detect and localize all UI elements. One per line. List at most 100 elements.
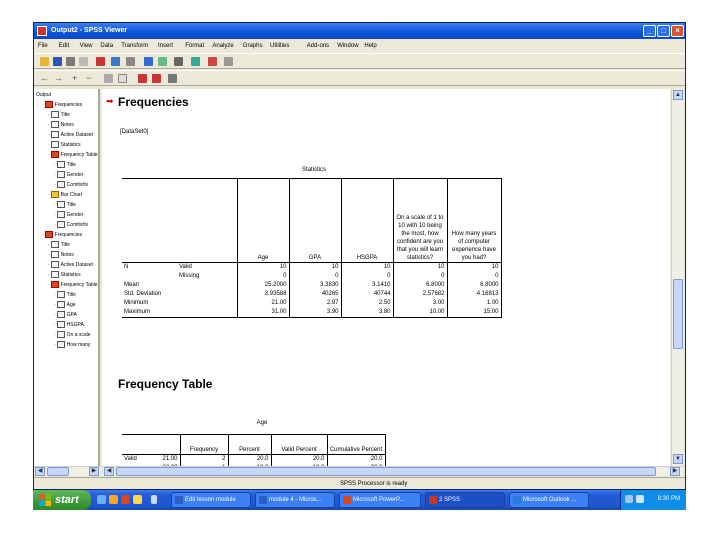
page-icon [56,201,65,209]
promote-icon[interactable]: ← [40,74,49,83]
taskbar-button[interactable]: Microsoft Outlook ... [509,492,589,508]
maximize-button[interactable]: □ [657,25,670,37]
outline-item[interactable]: - Frequency Table [48,280,98,290]
outline-item-label: Title [60,112,70,118]
volume-icon[interactable] [636,495,644,503]
recall-dialog-icon[interactable] [111,57,120,66]
scroll-down-icon[interactable]: ▼ [673,454,683,464]
expand-icon[interactable]: + [72,74,77,83]
age-frequency-table[interactable]: Frequency Percent Valid Percent Cumulative … [122,434,386,466]
export-icon[interactable] [96,57,105,66]
show-icon[interactable] [104,74,113,83]
outline-item[interactable]: - Active Dataset [48,130,93,140]
menu-window[interactable]: Window [337,43,358,49]
minimize-button[interactable]: _ [643,25,656,37]
outline-item[interactable]: - Title [54,200,76,210]
outline-scroll-right-icon[interactable]: ▶ [89,467,99,476]
outline-item[interactable]: - Title [48,110,70,120]
goto-case-icon[interactable] [158,57,167,66]
open-icon[interactable] [40,57,49,66]
outline-item[interactable]: - Comfortlv [54,180,88,190]
outline-item[interactable]: - GPA [54,310,77,320]
outline-item[interactable]: - Frequencies [42,100,82,110]
outline-item[interactable]: - Title [54,160,76,170]
outline-item[interactable]: - HSGPA [54,320,84,330]
outline-item[interactable]: - Title [54,290,76,300]
outline-item[interactable]: - Gender [54,170,83,180]
page-icon [50,271,59,279]
outline-item[interactable]: - Title [48,240,70,250]
show-desktop-icon[interactable] [97,495,106,504]
outline-item[interactable]: - Statistics [48,270,81,280]
taskbar-button[interactable]: Microsoft PowerP... [339,492,421,508]
outline-scroll-left-icon[interactable]: ◀ [35,467,45,476]
start-button[interactable]: start [33,490,91,510]
more-quicklaunch-icon[interactable] [151,495,157,504]
output-horizontal-scrollbar[interactable]: ◀ ▶ [103,466,683,476]
taskbar-button[interactable]: Edit lesson module [171,492,251,508]
output-scroll-thumb[interactable] [116,467,656,476]
page-icon [56,311,65,319]
menu-utilities[interactable]: Utilities [270,43,289,49]
outline-item[interactable]: - Frequency Table [48,150,98,160]
taskbar-button[interactable]: module 4 - Micros... [255,492,335,508]
outline-item[interactable]: - How many [54,340,90,350]
menu-transform[interactable]: Transform [121,43,148,49]
menu-file[interactable]: File [38,43,48,49]
print-preview-icon[interactable] [79,57,88,66]
menu-add-ons[interactable]: Add-ons [307,43,329,49]
statistics-table[interactable]: Age GPA HSGPA On a scale of 1 to 10 with 10… [122,178,502,318]
menu-edit[interactable]: Edit [59,43,69,49]
outline-horizontal-scrollbar[interactable]: ◀ ▶ [34,466,101,476]
network-icon[interactable] [625,495,633,503]
collapse-icon[interactable]: − [86,74,91,83]
demote-icon[interactable]: → [54,74,63,83]
undo-icon[interactable] [126,57,135,66]
menu-help[interactable]: Help [364,43,376,49]
outline-scroll-thumb[interactable] [47,467,69,476]
close-button[interactable]: × [671,25,684,37]
outline-item[interactable]: - Notes [48,120,74,130]
vertical-scroll-thumb[interactable] [673,279,683,349]
quicklaunch-icon[interactable] [133,495,142,504]
print-icon[interactable] [66,57,75,66]
insert-text-file-icon[interactable] [168,74,177,83]
output-scroll-left-icon[interactable]: ◀ [104,467,114,476]
variables-icon[interactable] [174,57,183,66]
save-icon[interactable] [53,57,62,66]
outline-item[interactable]: - Bar Chart [48,190,82,200]
menu-format[interactable]: Format [185,43,204,49]
insert-title-icon[interactable] [138,74,147,83]
menu-graphs[interactable]: Graphs [243,43,263,49]
taskbar-button[interactable]: 2 SPSS [425,492,505,508]
menu-analyze[interactable]: Analyze [212,43,233,49]
outline-item[interactable]: - Frequencies [42,230,82,240]
taskbar-button-label: 2 SPSS [439,497,461,503]
output-vertical-scrollbar[interactable]: ▲ ▼ [671,89,683,466]
output-pane[interactable]: ➡ Frequencies [DataSet0] Statistics Age G… [102,89,670,466]
outline-pane[interactable]: Output - Frequencies - Title - Notes - Active Da… [34,89,100,469]
menu-insert[interactable]: Insert [158,43,173,49]
goto-data-icon[interactable] [144,57,153,66]
outline-item[interactable]: Output [36,90,51,100]
hide-icon[interactable] [118,74,127,83]
quicklaunch-icon[interactable] [121,495,130,504]
outline-item[interactable]: - Statistics [48,140,81,150]
menu-view[interactable]: View [80,43,93,49]
scroll-up-icon[interactable]: ▲ [673,90,683,100]
outline-item[interactable]: - Gender [54,210,83,220]
outline-item[interactable]: - Age [54,300,76,310]
output-scroll-right-icon[interactable]: ▶ [670,467,680,476]
designate-window-icon[interactable] [208,57,217,66]
quicklaunch-icon[interactable] [109,495,118,504]
insert-text-icon[interactable] [152,74,161,83]
table-cell: 6.8000 [447,281,502,290]
outline-item[interactable]: - Comfortlv [54,220,88,230]
title-bar[interactable]: Output2 - SPSS Viewer _ □ × [34,23,685,39]
insert-heading-icon[interactable] [224,57,233,66]
menu-data[interactable]: Data [100,43,113,49]
outline-item[interactable]: - Notes [48,250,74,260]
outline-item[interactable]: - On a scale [54,330,91,340]
use-sets-icon[interactable] [191,57,200,66]
outline-item[interactable]: - Active Dataset [48,260,93,270]
